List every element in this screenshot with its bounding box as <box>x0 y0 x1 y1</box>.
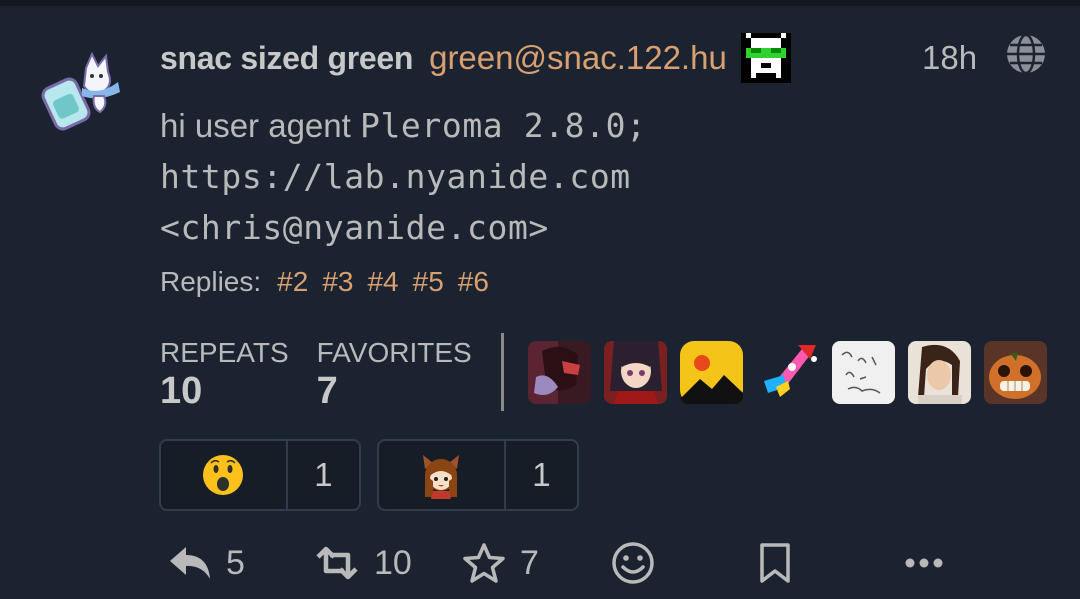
reply-button[interactable]: 5 <box>168 536 245 590</box>
reply-link[interactable]: #4 <box>367 262 398 302</box>
user-avatar[interactable] <box>604 341 667 404</box>
globe-icon[interactable] <box>1004 32 1048 76</box>
custom-emoji-badge <box>740 33 791 83</box>
stats-divider <box>501 333 504 411</box>
replies-label: Replies: <box>160 266 262 297</box>
action-bar: 5 10 7 <box>160 536 960 590</box>
content-line-1: hi user agent Pleroma 2.8.0; <box>160 100 1060 151</box>
more-button[interactable] <box>904 536 944 590</box>
post-stats: REPEATS 10 FAVORITES 7 <box>160 336 500 412</box>
custom-anime-girl-icon <box>379 441 506 509</box>
repeats-stat[interactable]: REPEATS 10 <box>160 336 289 412</box>
content-line-2: https://lab.nyanide.com <box>160 157 631 196</box>
bookmark-icon <box>760 543 790 583</box>
reaction-count: 1 <box>314 456 333 493</box>
repeat-count: 10 <box>374 543 412 582</box>
user-avatar[interactable] <box>908 341 971 404</box>
post-timestamp[interactable]: 18h <box>922 34 977 82</box>
repeat-icon <box>316 546 358 580</box>
reply-link[interactable]: #3 <box>322 262 353 302</box>
reply-link[interactable]: #5 <box>413 262 444 302</box>
favorites-label: FAVORITES <box>316 337 472 368</box>
reply-icon <box>170 547 210 579</box>
content-user-agent: Pleroma 2.8.0; <box>359 106 647 145</box>
star-icon <box>463 543 505 583</box>
reaction-button[interactable]: 1 <box>159 439 361 511</box>
user-avatar[interactable] <box>756 341 819 404</box>
reaction-button[interactable]: 1 <box>377 439 579 511</box>
post-content: hi user agent Pleroma 2.8.0; https://lab… <box>160 100 1060 253</box>
favorites-value: 7 <box>316 370 338 412</box>
content-prefix: hi user agent <box>160 107 351 144</box>
favorite-button[interactable]: 7 <box>462 536 539 590</box>
repeat-button[interactable]: 10 <box>314 536 412 590</box>
author-handle[interactable]: green@snac.122.hu <box>429 39 727 77</box>
react-button[interactable] <box>611 536 655 590</box>
reply-link[interactable]: #2 <box>277 262 308 302</box>
smile-icon <box>612 542 654 584</box>
bookmark-button[interactable] <box>758 536 792 590</box>
top-border <box>0 0 1080 6</box>
author-avatar[interactable] <box>34 46 122 134</box>
hushed-face-icon <box>161 441 288 509</box>
reply-link[interactable]: #6 <box>458 262 489 302</box>
user-avatar[interactable] <box>832 341 895 404</box>
interacted-users <box>528 341 1047 404</box>
favorites-stat[interactable]: FAVORITES 7 <box>317 336 472 412</box>
user-avatar[interactable] <box>984 341 1047 404</box>
user-avatar[interactable] <box>528 341 591 404</box>
user-avatar[interactable] <box>680 341 743 404</box>
content-line-3: <chris@nyanide.com> <box>160 208 549 247</box>
repeats-value: 10 <box>160 370 203 412</box>
replies-row: Replies: #2 #3 #4 #5 #6 <box>160 262 489 302</box>
favorite-count: 7 <box>520 543 539 582</box>
post-header: snac sized green green@snac.122.hu <box>160 33 791 83</box>
more-icon <box>905 558 943 568</box>
reaction-count: 1 <box>532 456 551 493</box>
repeats-label: REPEATS <box>160 337 289 368</box>
reply-count: 5 <box>226 543 245 582</box>
author-name[interactable]: snac sized green <box>160 40 413 77</box>
